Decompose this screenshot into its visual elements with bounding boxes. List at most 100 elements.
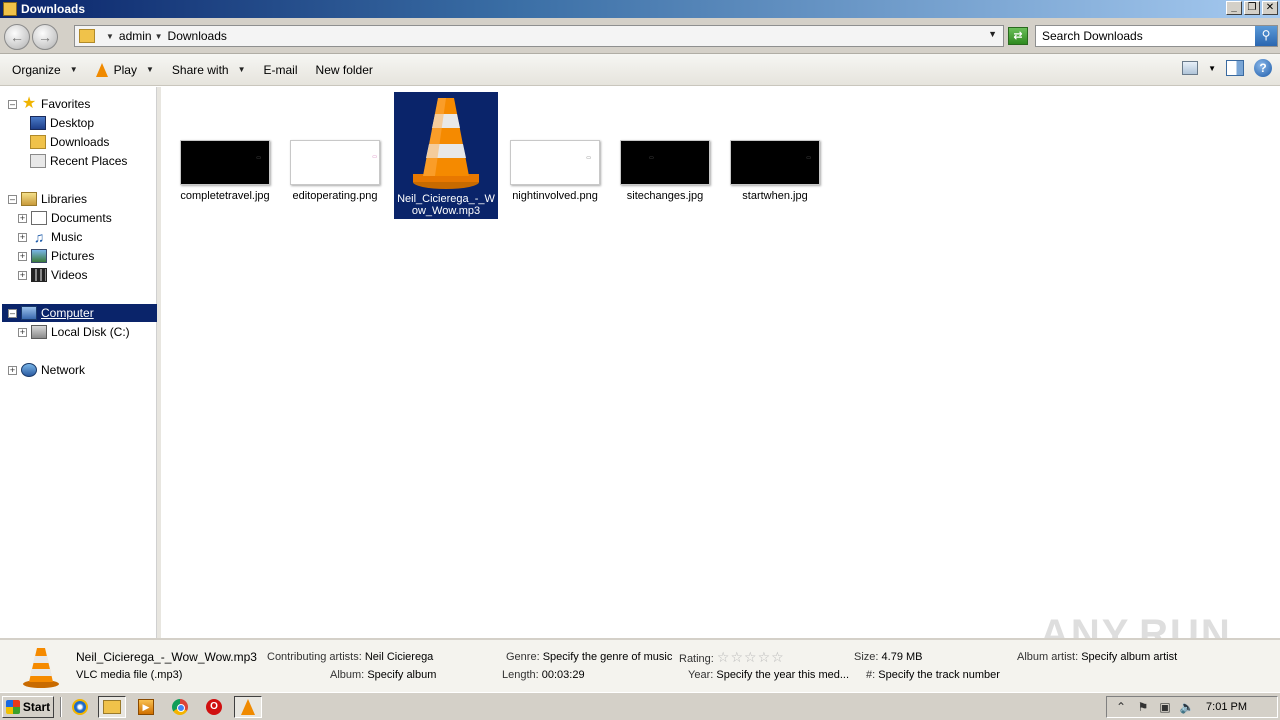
details-length: Length: 00:03:29	[502, 669, 585, 681]
breadcrumb-downloads[interactable]: Downloads	[168, 29, 227, 43]
breadcrumb-admin[interactable]: admin	[119, 29, 152, 43]
file-item[interactable]: ▭ nightinvolved.png	[503, 140, 607, 202]
field-label: #:	[866, 669, 876, 681]
organize-button[interactable]: Organize ▼	[6, 59, 84, 81]
taskbar-opera[interactable]: O	[200, 696, 228, 718]
tree-downloads[interactable]: Downloads	[30, 133, 109, 151]
start-label: Start	[22, 700, 51, 714]
tree-computer[interactable]: – Computer	[2, 304, 157, 322]
folder-icon	[3, 2, 17, 16]
file-list[interactable]: ▭ completetravel.jpg ▭ editoperating.png…	[161, 87, 1280, 638]
image-thumbnail: ▭	[180, 140, 270, 185]
collapse-icon[interactable]: –	[8, 308, 17, 318]
opera-icon: O	[206, 699, 222, 715]
expand-icon[interactable]: +	[18, 327, 27, 337]
details-album[interactable]: Album: Specify album	[330, 669, 436, 681]
tree-recent-places[interactable]: Recent Places	[30, 152, 127, 170]
tree-videos[interactable]: + Videos	[18, 266, 87, 284]
tree-music[interactable]: + ♫ Music	[18, 228, 82, 246]
expand-icon[interactable]: +	[8, 365, 17, 375]
details-track[interactable]: #: Specify the track number	[866, 669, 1000, 681]
rating-stars-icon[interactable]: ☆☆☆☆☆	[717, 649, 785, 665]
file-item[interactable]: ▭ sitechanges.jpg	[613, 140, 717, 202]
expand-icon[interactable]: +	[18, 270, 27, 280]
chevron-down-icon[interactable]: ▼	[988, 29, 997, 39]
chevron-right-icon[interactable]: ▼	[106, 32, 114, 41]
file-item[interactable]: ▭ completetravel.jpg	[173, 140, 277, 202]
tree-desktop[interactable]: Desktop	[30, 114, 94, 132]
speaker-icon[interactable]: 🔈	[1179, 699, 1195, 715]
desktop-icon	[30, 116, 46, 130]
minimize-button[interactable]: _	[1226, 1, 1242, 15]
start-button[interactable]: Start	[2, 696, 54, 718]
taskbar-media-player[interactable]: ▶	[132, 696, 160, 718]
clock[interactable]: 7:01 PM	[1206, 701, 1247, 713]
field-value: Specify album	[367, 669, 437, 681]
refresh-button[interactable]: ⇄	[1008, 27, 1028, 45]
network-tray-icon[interactable]: ▣	[1157, 699, 1173, 715]
thumbnail-content: ▭	[372, 154, 377, 160]
details-album-artist[interactable]: Album artist: Specify album artist	[1017, 651, 1177, 663]
expand-icon[interactable]: +	[18, 251, 27, 261]
hard-disk-icon	[31, 325, 47, 339]
expand-icon[interactable]: +	[18, 213, 27, 223]
tree-favorites[interactable]: – ★ Favorites	[8, 95, 90, 113]
taskbar-vlc[interactable]	[234, 696, 262, 718]
vlc-cone-icon	[413, 98, 479, 189]
tree-network[interactable]: + Network	[8, 361, 85, 379]
vlc-cone-icon	[241, 699, 255, 715]
details-contributing-artists[interactable]: Contributing artists: Neil Cicierega	[267, 651, 433, 663]
preview-pane-icon[interactable]	[1226, 60, 1244, 76]
chevron-up-icon[interactable]: ⌃	[1113, 699, 1129, 715]
file-item-selected[interactable]: Neil_Cicierega_-_W ow_Wow.mp3	[394, 92, 498, 219]
taskbar-explorer[interactable]	[98, 696, 126, 718]
new-folder-button[interactable]: New folder	[310, 59, 379, 81]
play-button[interactable]: Play ▼	[90, 59, 160, 81]
expand-icon[interactable]: +	[18, 232, 27, 242]
address-bar-row: ← → ▼ admin ▼ Downloads ▼ ⇄ Search Downl…	[0, 18, 1280, 54]
tree-libraries[interactable]: – Libraries	[8, 190, 87, 208]
help-icon[interactable]: ?	[1254, 59, 1272, 77]
file-item[interactable]: ▭ startwhen.jpg	[723, 140, 827, 202]
network-icon	[21, 363, 37, 377]
tree-local-disk[interactable]: + Local Disk (C:)	[18, 323, 130, 341]
forward-button[interactable]: →	[32, 24, 58, 50]
email-button[interactable]: E-mail	[258, 59, 304, 81]
details-genre[interactable]: Genre: Specify the genre of music	[506, 651, 672, 663]
chevron-right-icon[interactable]: ▼	[155, 32, 163, 41]
chevron-down-icon: ▼	[69, 65, 78, 74]
field-label: Album artist:	[1017, 651, 1079, 663]
tree-label: Computer	[41, 306, 94, 320]
address-field[interactable]: ▼ admin ▼ Downloads ▼	[74, 25, 1004, 47]
window-controls: _ ❐ ✕	[1226, 1, 1278, 15]
tree-label: Pictures	[51, 249, 95, 263]
details-year[interactable]: Year: Specify the year this med...	[688, 669, 849, 681]
file-item[interactable]: ▭ editoperating.png	[283, 140, 387, 202]
details-rating[interactable]: Rating: ☆☆☆☆☆	[679, 649, 785, 666]
collapse-icon[interactable]: –	[8, 99, 17, 109]
restore-button[interactable]: ❐	[1244, 1, 1260, 15]
chevron-down-icon: ▼	[237, 65, 246, 74]
change-view-icon[interactable]	[1182, 61, 1199, 75]
field-label: Contributing artists:	[267, 651, 362, 663]
search-input[interactable]: Search Downloads ⚲	[1035, 25, 1278, 47]
share-with-button[interactable]: Share with ▼	[166, 59, 252, 81]
play-label: Play	[113, 62, 137, 77]
tree-documents[interactable]: + Documents	[18, 209, 112, 227]
new-folder-label: New folder	[315, 62, 373, 77]
tree-pictures[interactable]: + Pictures	[18, 247, 94, 265]
vlc-cone-icon	[95, 62, 108, 77]
flag-icon[interactable]: ⚑	[1135, 699, 1151, 715]
taskbar-chrome[interactable]	[166, 696, 194, 718]
chevron-down-icon: ▼	[145, 65, 154, 74]
collapse-icon[interactable]: –	[8, 194, 17, 204]
field-label: Length:	[502, 669, 539, 681]
search-icon[interactable]: ⚲	[1255, 26, 1277, 46]
music-note-icon: ♫	[33, 229, 45, 245]
taskbar-ie[interactable]	[66, 696, 94, 718]
back-button[interactable]: ←	[4, 24, 30, 50]
command-bar: Organize ▼ Play ▼ Share with ▼ E-mail Ne…	[0, 54, 1280, 86]
chevron-down-icon[interactable]: ▼	[1208, 64, 1216, 73]
refresh-icon: ⇄	[1013, 30, 1023, 42]
close-button[interactable]: ✕	[1262, 1, 1278, 15]
